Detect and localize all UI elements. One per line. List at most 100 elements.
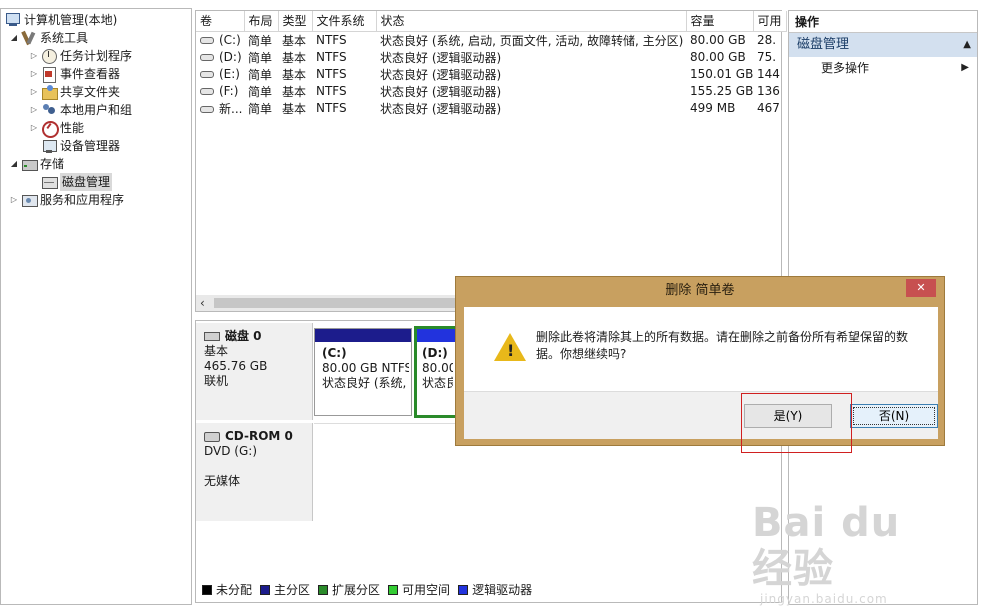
device-manager-icon (41, 138, 57, 154)
collapsed-arrow-icon[interactable]: ▷ (9, 191, 19, 209)
legend-item-free-space: 可用空间 (388, 581, 450, 598)
volume-icon (200, 88, 214, 95)
storage-icon (21, 156, 38, 172)
tree-item-computer-management[interactable]: 计算机管理(本地) (5, 11, 117, 29)
volume-name: (C:) (219, 33, 241, 47)
delete-volume-dialog: 删除 简单卷 ✕ ! 删除此卷将清除其上的所有数据。请在删除之前备份所有希望保留… (455, 276, 945, 446)
disk-size: 465.76 GB (204, 359, 268, 373)
table-row[interactable]: (C:) 简单 基本 NTFS 状态良好 (系统, 启动, 页面文件, 活动, … (196, 31, 786, 49)
column-header-status[interactable]: 状态 (376, 11, 687, 32)
legend-label: 扩展分区 (332, 583, 381, 597)
type-cell: 基本 (282, 33, 307, 48)
tree-item-services[interactable]: ▷ 服务和应用程序 (9, 191, 124, 209)
type-cell: 基本 (282, 101, 307, 116)
volume-icon (200, 105, 214, 113)
column-header-layout[interactable]: 布局 (244, 11, 279, 32)
collapsed-arrow-icon[interactable]: ▷ (29, 83, 39, 101)
tree-item-task-scheduler[interactable]: ▷ 任务计划程序 (29, 47, 132, 65)
actions-section-disk-management[interactable]: 磁盘管理 ▲ (789, 33, 977, 57)
collapsed-arrow-icon[interactable]: ▷ (29, 65, 39, 83)
cdrom-name: CD-ROM 0 (225, 429, 293, 443)
cdrom-status: 无媒体 (204, 474, 241, 488)
tree-item-event-viewer[interactable]: ▷ 事件查看器 (29, 65, 120, 83)
tree-item-shared-folders[interactable]: ▷ 共享文件夹 (29, 83, 120, 101)
free-cell: 467 (757, 101, 780, 115)
scroll-left-icon[interactable]: ‹ (200, 296, 205, 310)
column-header-volume[interactable]: 卷 (196, 11, 245, 32)
tree-item-device-manager[interactable]: 设备管理器 (41, 137, 120, 155)
volume-icon (200, 37, 214, 44)
collapsed-arrow-icon[interactable]: ▷ (29, 101, 39, 119)
volume-icon (200, 71, 214, 78)
partition-label: (C:) (322, 346, 347, 360)
disk0-info[interactable]: 磁盘 0 基本 465.76 GB 联机 (196, 323, 313, 420)
tree-item-label: 存储 (40, 157, 65, 171)
status-cell: 状态良好 (逻辑驱动器) (380, 50, 502, 65)
column-header-type[interactable]: 类型 (278, 11, 313, 32)
volume-cell: (E:) (196, 66, 244, 83)
tree-item-label: 磁盘管理 (60, 173, 113, 191)
volume-table: 卷 布局 类型 文件系统 状态 容量 可用 (C:) 简单 基本 NTFS 状态… (196, 11, 787, 117)
capacity-cell: 499 MB (690, 101, 736, 115)
partition-size: 80.00 (422, 361, 453, 375)
legend-item-extended: 扩展分区 (318, 581, 380, 598)
yes-button[interactable]: 是(Y) (744, 404, 832, 428)
tree-item-label: 事件查看器 (60, 67, 121, 81)
layout-cell: 简单 (248, 84, 273, 99)
cdrom-icon (204, 431, 220, 442)
volume-name: (D:) (219, 50, 242, 64)
legend-swatch (388, 584, 399, 595)
close-button[interactable]: ✕ (906, 279, 936, 297)
table-row[interactable]: (E:) 简单 基本 NTFS 状态良好 (逻辑驱动器) 150.01 GB 1… (196, 66, 786, 83)
column-header-free[interactable]: 可用 (753, 11, 787, 32)
cdrom0-info[interactable]: CD-ROM 0 DVD (G:) 无媒体 (196, 423, 313, 521)
table-row[interactable]: (F:) 简单 基本 NTFS 状态良好 (逻辑驱动器) 155.25 GB 1… (196, 83, 786, 100)
warning-exclamation: ! (507, 341, 515, 360)
legend-label: 未分配 (216, 583, 253, 597)
computer-icon (5, 12, 21, 28)
volume-icon (200, 54, 214, 61)
disk-type: 基本 (204, 344, 229, 358)
legend-swatch (202, 584, 212, 595)
tree-item-local-users[interactable]: ▷ 本地用户和组 (29, 101, 132, 119)
expanded-arrow-icon[interactable]: ◢ (9, 29, 19, 47)
collapsed-arrow-icon[interactable]: ▷ (29, 47, 39, 65)
tools-icon (21, 30, 37, 46)
tree-item-system-tools[interactable]: ◢ 系统工具 (9, 29, 88, 47)
free-cell: 28. (757, 33, 777, 47)
column-header-filesystem[interactable]: 文件系统 (312, 11, 377, 32)
collapsed-arrow-icon[interactable]: ▷ (29, 119, 39, 137)
partition-c[interactable]: (C:) 80.00 GB NTFS 状态良好 (系统, (314, 328, 412, 416)
scrollbar-thumb[interactable] (214, 298, 456, 308)
legend-item-primary: 主分区 (260, 581, 310, 598)
table-row[interactable]: 新... 简单 基本 NTFS 状态良好 (逻辑驱动器) 499 MB 467 (196, 100, 786, 117)
collapse-triangle-icon[interactable]: ▲ (963, 33, 971, 57)
free-cell: 75. (757, 50, 777, 64)
tree-item-label: 性能 (60, 121, 85, 135)
no-button[interactable]: 否(N) (850, 404, 938, 428)
partition-d[interactable]: (D:) 80.00 状态良 (414, 326, 458, 418)
layout-cell: 简单 (248, 67, 273, 82)
table-row[interactable]: (D:) 简单 基本 NTFS 状态良好 (逻辑驱动器) 80.00 GB 75… (196, 49, 786, 66)
disk-icon (41, 174, 58, 190)
dialog-content: ! 删除此卷将清除其上的所有数据。请在删除之前备份所有希望保留的数据。你想继续吗… (464, 307, 938, 439)
legend-swatch (260, 584, 271, 595)
tree-item-disk-management[interactable]: 磁盘管理 (41, 173, 113, 191)
partition-legend: 未分配 主分区 扩展分区 可用空间 逻辑驱动器 (202, 581, 540, 598)
volume-name: 新... (219, 101, 243, 116)
column-header-capacity[interactable]: 容量 (686, 11, 754, 32)
performance-icon (41, 120, 59, 138)
tree-item-storage[interactable]: ◢ 存储 (9, 155, 64, 173)
services-icon (21, 192, 38, 208)
tree-item-performance[interactable]: ▷ 性能 (29, 119, 85, 138)
layout-cell: 简单 (248, 101, 273, 116)
legend-label: 主分区 (274, 583, 311, 597)
more-actions-item[interactable]: 更多操作 ▶ (789, 57, 977, 79)
partition-status: 状态良 (422, 376, 453, 390)
dialog-button-row: 是(Y) 否(N) (464, 391, 938, 439)
expanded-arrow-icon[interactable]: ◢ (9, 155, 19, 173)
legend-label: 逻辑驱动器 (472, 583, 533, 597)
free-cell: 144 (757, 67, 780, 81)
volume-cell: (D:) (196, 49, 244, 66)
dialog-message-area: ! 删除此卷将清除其上的所有数据。请在删除之前备份所有希望保留的数据。你想继续吗… (464, 307, 938, 391)
